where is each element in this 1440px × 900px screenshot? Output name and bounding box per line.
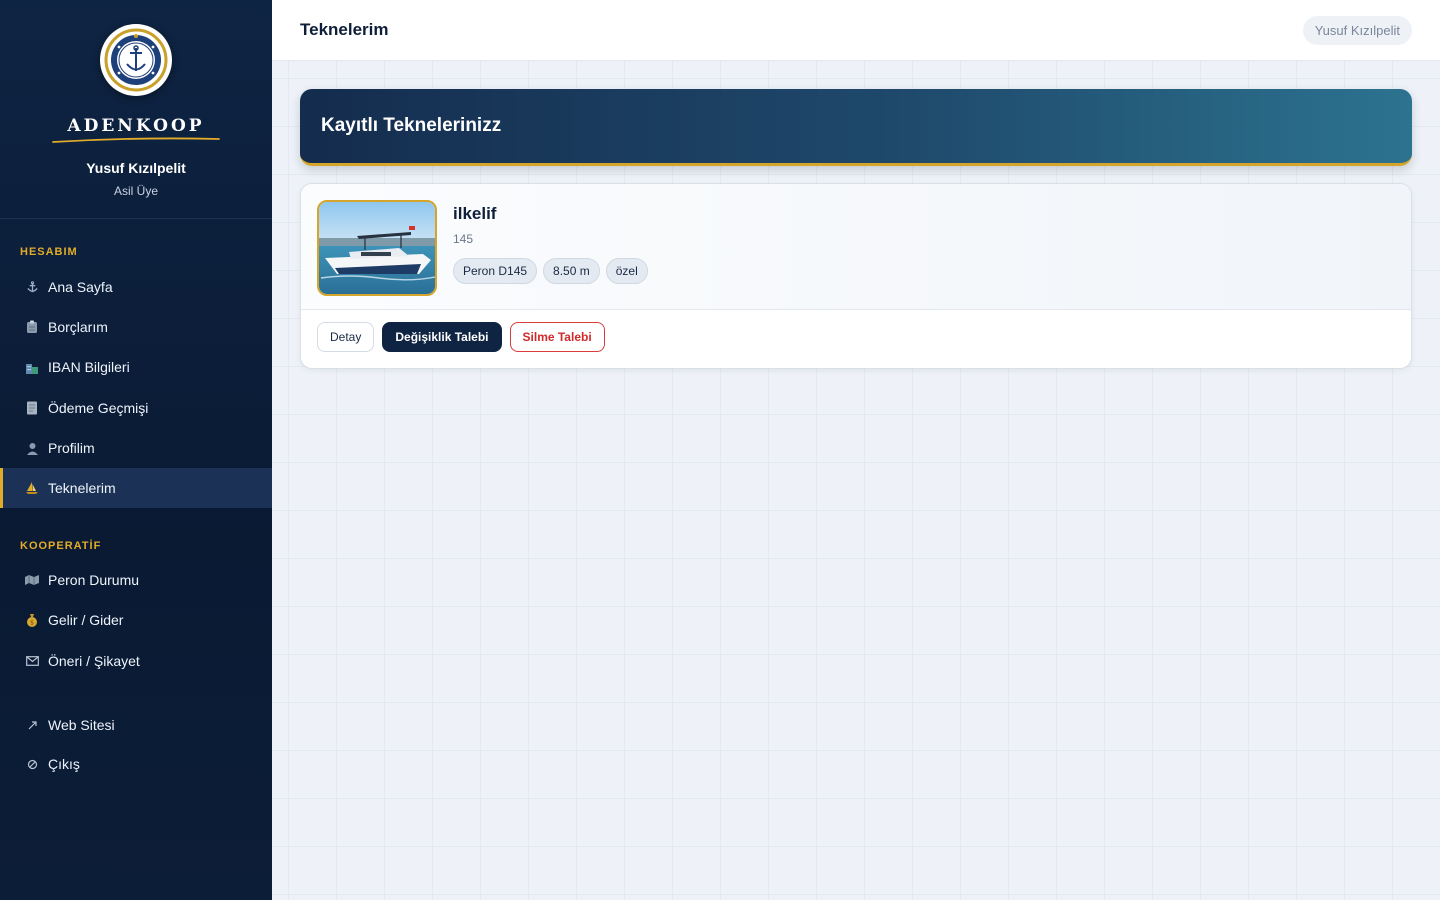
brand-underline [52,137,220,143]
section-title-hesabim: HESABIM [20,246,78,258]
boat-actions: Detay Değişiklik Talebi Silme Talebi [317,322,605,352]
boat-photo[interactable] [317,200,437,296]
sidebar-item-label: Teknelerim [48,480,116,496]
logout-icon [24,756,40,772]
tag-length: 8.50 m [543,258,600,284]
tag-type: özel [605,258,648,284]
main-content: Kayıtlı Teknelerinizz ilkelif 145 Peron … [272,61,1440,900]
sidebar-user-name: Yusuf Kızılpelit [86,160,186,176]
sidebar-item-ana-sayfa[interactable]: Ana Sayfa [0,267,272,307]
sidebar-item-teknelerim[interactable]: Teknelerim [0,468,272,508]
cooperative-logo[interactable] [100,24,172,96]
sidebar-item-gelir-gider[interactable]: $ Gelir / Gider [0,600,272,640]
map-icon [24,572,40,588]
anchor-icon [24,279,40,295]
sidebar-item-odeme-gecmisi[interactable]: Ödeme Geçmişi [0,388,272,428]
bank-icon [24,359,40,375]
hero-banner: Kayıtlı Teknelerinizz [300,89,1412,166]
sidebar-item-iban[interactable]: IBAN Bilgileri [0,347,272,387]
clipboard-icon [24,319,40,335]
sidebar-item-label: Ana Sayfa [48,279,113,295]
anchor-seal-icon [104,28,168,92]
sidebar-item-label: IBAN Bilgileri [48,359,130,375]
brand-name: ADENKOOP [67,116,205,136]
page-title: Teknelerim [300,20,389,39]
sailboat-icon [24,480,40,496]
boat-card-header: ilkelif 145 Peron D145 8.50 m özel [301,184,1411,310]
yacht-image-icon [319,202,435,294]
mail-icon [24,653,40,669]
brand-block: ADENKOOP Yusuf Kızılpelit Asil Üye [0,0,272,219]
boat-tags: Peron D145 8.50 m özel [453,258,648,284]
boat-card: ilkelif 145 Peron D145 8.50 m özel Detay… [300,183,1412,369]
change-request-button[interactable]: Değişiklik Talebi [382,322,502,352]
top-bar: Teknelerim Yusuf Kızılpelit [272,0,1440,61]
sidebar-item-label: Çıkış [48,756,80,772]
svg-text:$: $ [30,620,34,627]
receipt-icon [24,400,40,416]
sidebar-item-label: Profilim [48,440,95,456]
sidebar-item-label: Öneri / Şikayet [48,653,140,669]
sidebar-item-label: Ödeme Geçmişi [48,400,149,416]
money-bag-icon: $ [24,612,40,628]
sidebar: ADENKOOP Yusuf Kızılpelit Asil Üye HESAB… [0,0,272,900]
boat-number: 145 [453,232,474,246]
sidebar-item-label: Borçlarım [48,319,108,335]
sidebar-item-profilim[interactable]: Profilim [0,428,272,468]
sidebar-item-peron-durumu[interactable]: Peron Durumu [0,560,272,600]
tag-peron: Peron D145 [453,258,538,284]
sidebar-item-cikis[interactable]: Çıkış [0,744,272,784]
sidebar-item-label: Gelir / Gider [48,612,124,628]
delete-request-button[interactable]: Silme Talebi [509,322,605,352]
sidebar-user-role: Asil Üye [113,184,158,198]
sidebar-item-label: Peron Durumu [48,572,140,588]
sidebar-item-borclarim[interactable]: Borçlarım [0,307,272,347]
external-link-icon [24,717,40,733]
sidebar-item-label: Web Sitesi [48,717,115,733]
hero-title: Kayıtlı Teknelerinizz [321,115,502,136]
boat-name: ilkelif [453,204,497,223]
detail-button[interactable]: Detay [317,322,375,352]
sidebar-item-oneri-sikayet[interactable]: Öneri / Şikayet [0,641,272,681]
section-title-kooperatif: KOOPERATİF [20,540,102,552]
user-chip[interactable]: Yusuf Kızılpelit [1302,15,1412,45]
user-icon [24,440,40,456]
sidebar-item-web-sitesi[interactable]: Web Sitesi [0,705,272,745]
